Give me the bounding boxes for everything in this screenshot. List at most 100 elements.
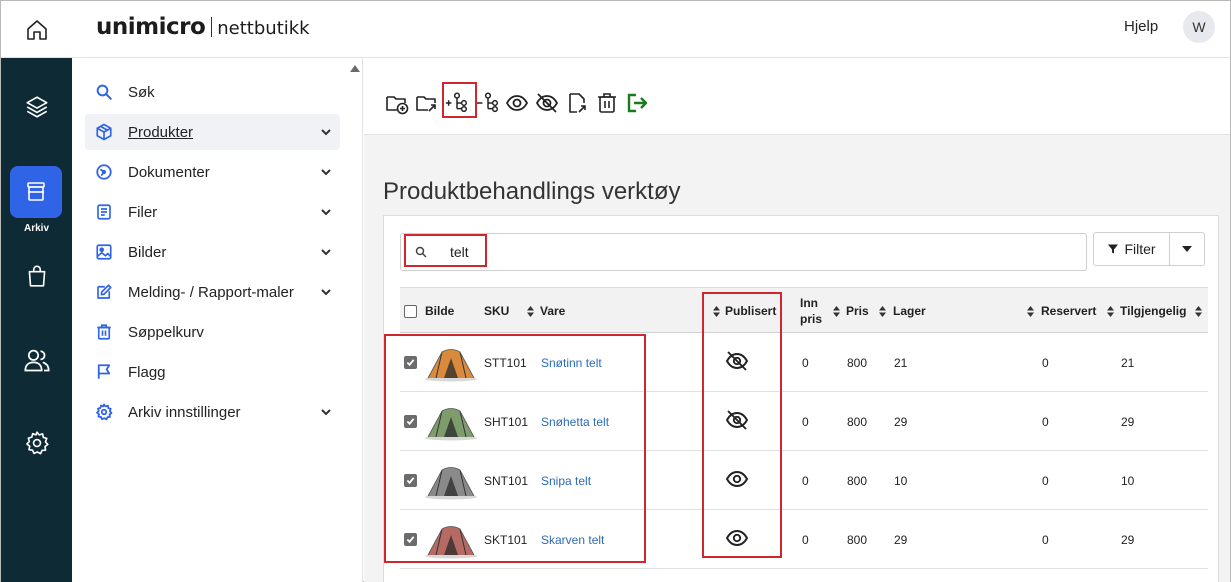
lager-cell: 10 — [894, 451, 907, 510]
sidebar-item-label: Bilder — [128, 243, 167, 261]
rail-settings[interactable] — [1, 430, 72, 456]
rail-layers[interactable] — [1, 94, 72, 120]
sidebar-item-trash[interactable]: Søppelkurv — [85, 314, 340, 350]
product-link[interactable]: Skarven telt — [541, 510, 604, 569]
filter-button[interactable]: Filter — [1093, 232, 1170, 266]
delete-button[interactable] — [594, 90, 620, 116]
export-button[interactable] — [564, 90, 590, 116]
col-sku[interactable]: SKU — [484, 288, 509, 334]
avatar[interactable]: W — [1183, 11, 1215, 43]
sort-icon — [879, 306, 886, 317]
sidebar-item-documents[interactable]: Dokumenter — [85, 154, 340, 190]
product-name: Skarven telt — [541, 532, 605, 547]
product-link[interactable]: Snøtinn telt — [541, 333, 602, 392]
lager-text: 10 — [894, 473, 908, 488]
publish-toggle[interactable] — [725, 510, 749, 569]
row-checkbox[interactable] — [404, 392, 417, 451]
product-link[interactable]: Snipa telt — [541, 451, 591, 510]
tent-image — [425, 407, 477, 440]
inn-pris-text: 0 — [802, 355, 809, 370]
product-link[interactable]: Snøhetta telt — [541, 392, 609, 451]
rail-archive[interactable] — [10, 166, 62, 218]
sidebar-item-label: Dokumenter — [128, 163, 210, 181]
home-button[interactable] — [1, 1, 72, 58]
row-checkbox[interactable] — [404, 451, 417, 510]
eye-off-icon — [535, 93, 559, 113]
rail-shop[interactable] — [1, 263, 72, 289]
table-row[interactable]: SHT101 Snøhetta telt 0 800 29 0 29 — [400, 392, 1208, 451]
row-checkbox[interactable] — [404, 333, 417, 392]
inn-pris-text: 0 — [802, 414, 809, 429]
image-icon — [95, 243, 113, 261]
reservert-cell: 0 — [1042, 333, 1049, 392]
tilgjengelig-text: 10 — [1121, 473, 1135, 488]
rail-users[interactable] — [1, 346, 72, 374]
col-lager[interactable]: Lager — [893, 288, 926, 334]
inn-pris-text: 0 — [802, 532, 809, 547]
pris-cell: 800 — [847, 392, 867, 451]
move-folder-button[interactable] — [414, 90, 440, 116]
col-pris-label: Pris — [846, 304, 869, 318]
sidebar-item-templates[interactable]: Melding- / Rapport-maler — [85, 274, 340, 310]
col-publisert[interactable]: Publisert — [725, 288, 776, 334]
select-all-checkbox[interactable] — [404, 288, 417, 334]
search-input[interactable]: telt — [400, 233, 1087, 271]
product-thumbnail — [424, 333, 478, 392]
new-folder-button[interactable] — [384, 90, 410, 116]
tilgjengelig-cell: 21 — [1121, 333, 1134, 392]
col-pris[interactable]: Pris — [846, 288, 869, 334]
sort-icon — [1107, 306, 1114, 317]
sidebar-item-archive-settings[interactable]: Arkiv innstillinger — [85, 394, 340, 430]
col-tilgjengelig[interactable]: Tilgjengelig — [1120, 288, 1186, 334]
table-row[interactable]: SKT101 Skarven telt 0 800 29 0 29 — [400, 510, 1208, 569]
table-row[interactable]: SNT101 Snipa telt 0 800 10 0 10 — [400, 451, 1208, 510]
home-icon — [26, 19, 47, 40]
sidebar-item-files[interactable]: Filer — [85, 194, 340, 230]
trash-icon — [598, 93, 616, 113]
sort-icon — [1195, 306, 1202, 317]
sidebar-item-images[interactable]: Bilder — [85, 234, 340, 270]
publish-toggle[interactable] — [725, 451, 749, 510]
col-reservert[interactable]: Reservert — [1041, 288, 1096, 334]
flag-icon — [95, 363, 113, 381]
publish-toggle[interactable] — [725, 333, 749, 392]
sidebar-item-products[interactable]: Produkter — [85, 114, 340, 150]
help-link[interactable]: Hjelp — [1124, 18, 1158, 35]
add-to-tree-button[interactable] — [444, 90, 470, 116]
col-vare[interactable]: Vare — [540, 288, 565, 334]
col-tilgjengelig-label: Tilgjengelig — [1120, 304, 1187, 318]
pris-text: 800 — [847, 355, 868, 370]
chevron-down-icon — [321, 129, 331, 136]
table-row[interactable]: STT101 Snøtinn telt 0 800 21 0 21 — [400, 333, 1208, 392]
pris-text: 800 — [847, 414, 868, 429]
unpublish-button[interactable] — [534, 90, 560, 116]
checkbox-box — [404, 356, 417, 369]
col-reservert-label: Reservert — [1041, 304, 1097, 318]
sidebar-item-label: Melding- / Rapport-maler — [128, 283, 294, 301]
inn-pris-text: 0 — [802, 473, 809, 488]
logo-sub: nettbutikk — [217, 18, 310, 39]
filter-dropdown-button[interactable] — [1170, 232, 1205, 266]
tent-image — [425, 348, 477, 381]
archive-icon — [27, 182, 45, 201]
page-title: Produktbehandlings verktøy — [383, 178, 681, 205]
reservert-text: 0 — [1042, 414, 1049, 429]
scroll-up-arrow[interactable] — [350, 65, 360, 72]
publish-button[interactable] — [504, 90, 530, 116]
publish-toggle[interactable] — [725, 392, 749, 451]
col-inn-pris[interactable]: Inn pris — [800, 288, 828, 334]
sidebar-nav: Søk Produkter Dokumenter Filer Bilder Me… — [72, 58, 363, 582]
row-checkbox[interactable] — [404, 510, 417, 569]
chevron-down-icon — [321, 169, 331, 176]
exit-button[interactable] — [625, 90, 651, 116]
tree-remove-icon — [476, 92, 499, 113]
sidebar-item-search[interactable]: Søk — [85, 74, 340, 110]
trash-icon — [95, 323, 113, 341]
pris-cell: 800 — [847, 333, 867, 392]
sidebar-item-flags[interactable]: Flagg — [85, 354, 340, 390]
pris-cell: 800 — [847, 451, 867, 510]
tilgjengelig-cell: 10 — [1121, 451, 1134, 510]
remove-from-tree-button[interactable] — [475, 90, 501, 116]
inn-pris-cell: 0 — [802, 333, 809, 392]
sort-icon — [833, 306, 840, 317]
